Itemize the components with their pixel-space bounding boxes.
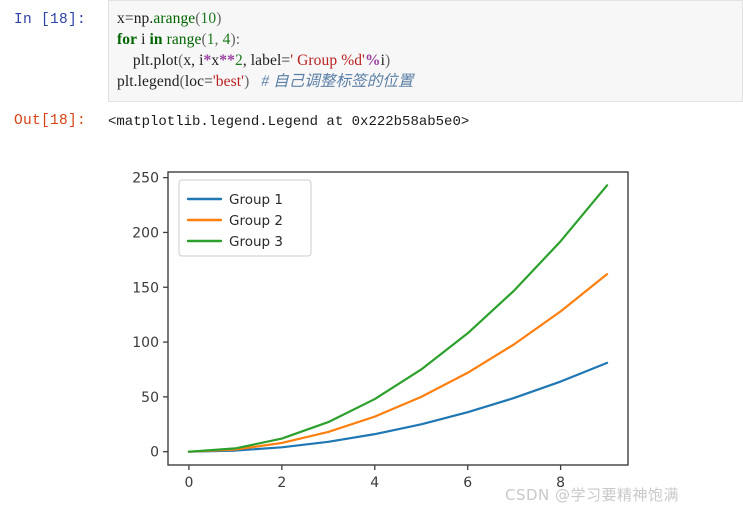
output-cell: Out[18]: <matplotlib.legend.Legend at 0x…: [0, 108, 743, 132]
y-axis-tick-label: 250: [132, 171, 159, 187]
code-token-arg-loc: loc=: [184, 73, 213, 90]
x-axis-tick-label: 4: [370, 475, 379, 491]
code-token-comment: # 自己调整标签的位置: [261, 73, 414, 90]
code-token-keyword-in: in: [149, 31, 163, 48]
code-token-loopvar: i: [137, 31, 150, 48]
code-token-call-legend: plt.legend: [117, 73, 180, 90]
code-token-spacer: [249, 73, 261, 90]
y-axis-tick-label: 100: [132, 335, 159, 351]
x-axis-tick-label: 0: [184, 475, 193, 491]
code-editor[interactable]: x=np.arange(10) for i in range(1, 4): pl…: [108, 0, 743, 102]
csdn-watermark: CSDN @学习要精神饱满: [505, 486, 680, 504]
legend-label-3: Group 3: [229, 234, 283, 250]
notebook-container: In [18]: x=np.arange(10) for i in range(…: [0, 0, 743, 132]
code-token-var: x=np.: [117, 10, 154, 27]
line-chart: 0501001502002500 2 4 6 8Group 1Group 2Group …: [120, 150, 640, 500]
code-token-number: 2: [234, 52, 243, 69]
code-line-1: x=np.arange(10): [117, 8, 734, 29]
code-token-indent: [117, 52, 133, 69]
code-token-comma: ,: [214, 31, 223, 48]
code-cell[interactable]: In [18]: x=np.arange(10) for i in range(…: [0, 0, 743, 102]
code-token-number: 10: [200, 10, 217, 27]
matplotlib-figure: 0 50 100 150 200 250 0 2 4 6 8 Group 1 Group 2 Group …: [120, 150, 640, 500]
input-prompt-label: In [18]:: [14, 12, 87, 28]
code-token-args-a: x, i: [183, 52, 204, 69]
code-token-paren-close: ): [384, 52, 391, 69]
code-token-call-plot: plt.plot: [132, 52, 179, 69]
output-prompt-label: Out[18]:: [14, 113, 87, 129]
code-token-func: arange: [153, 10, 196, 27]
code-token-keyword-for: for: [117, 31, 138, 48]
code-token-operator-mod: %: [364, 52, 381, 69]
code-line-3: plt.plot(x, i*x**2, label=' Group %d'%i): [117, 50, 734, 71]
y-axis-tick-label: 150: [132, 280, 159, 296]
x-axis-tick-label: 2: [277, 475, 286, 491]
x-axis-tick-label: 6: [463, 475, 472, 491]
code-token-colon: :: [235, 31, 241, 48]
code-token-args-c: , label=: [242, 52, 291, 69]
y-axis-tick-label: 200: [132, 225, 159, 241]
output-text: <matplotlib.legend.Legend at 0x222b58ab5…: [108, 114, 470, 130]
legend-label-1: Group 1: [229, 192, 283, 208]
code-token-operator-pow: **: [219, 52, 235, 69]
legend-label-2: Group 2: [229, 213, 283, 229]
code-token-func-range: range: [162, 31, 202, 48]
code-token-string-label: ' Group %d': [290, 52, 365, 69]
y-axis-tick-label: 0: [150, 445, 159, 461]
code-token-paren-close: ): [216, 10, 222, 27]
code-line-2: for i in range(1, 4):: [117, 29, 734, 50]
code-line-4: plt.legend(loc='best') # 自己调整标签的位置: [117, 71, 734, 92]
code-token-string-best: 'best': [212, 73, 245, 90]
y-axis-tick-label: 50: [141, 390, 159, 406]
code-token-number-1: 1: [206, 31, 215, 48]
